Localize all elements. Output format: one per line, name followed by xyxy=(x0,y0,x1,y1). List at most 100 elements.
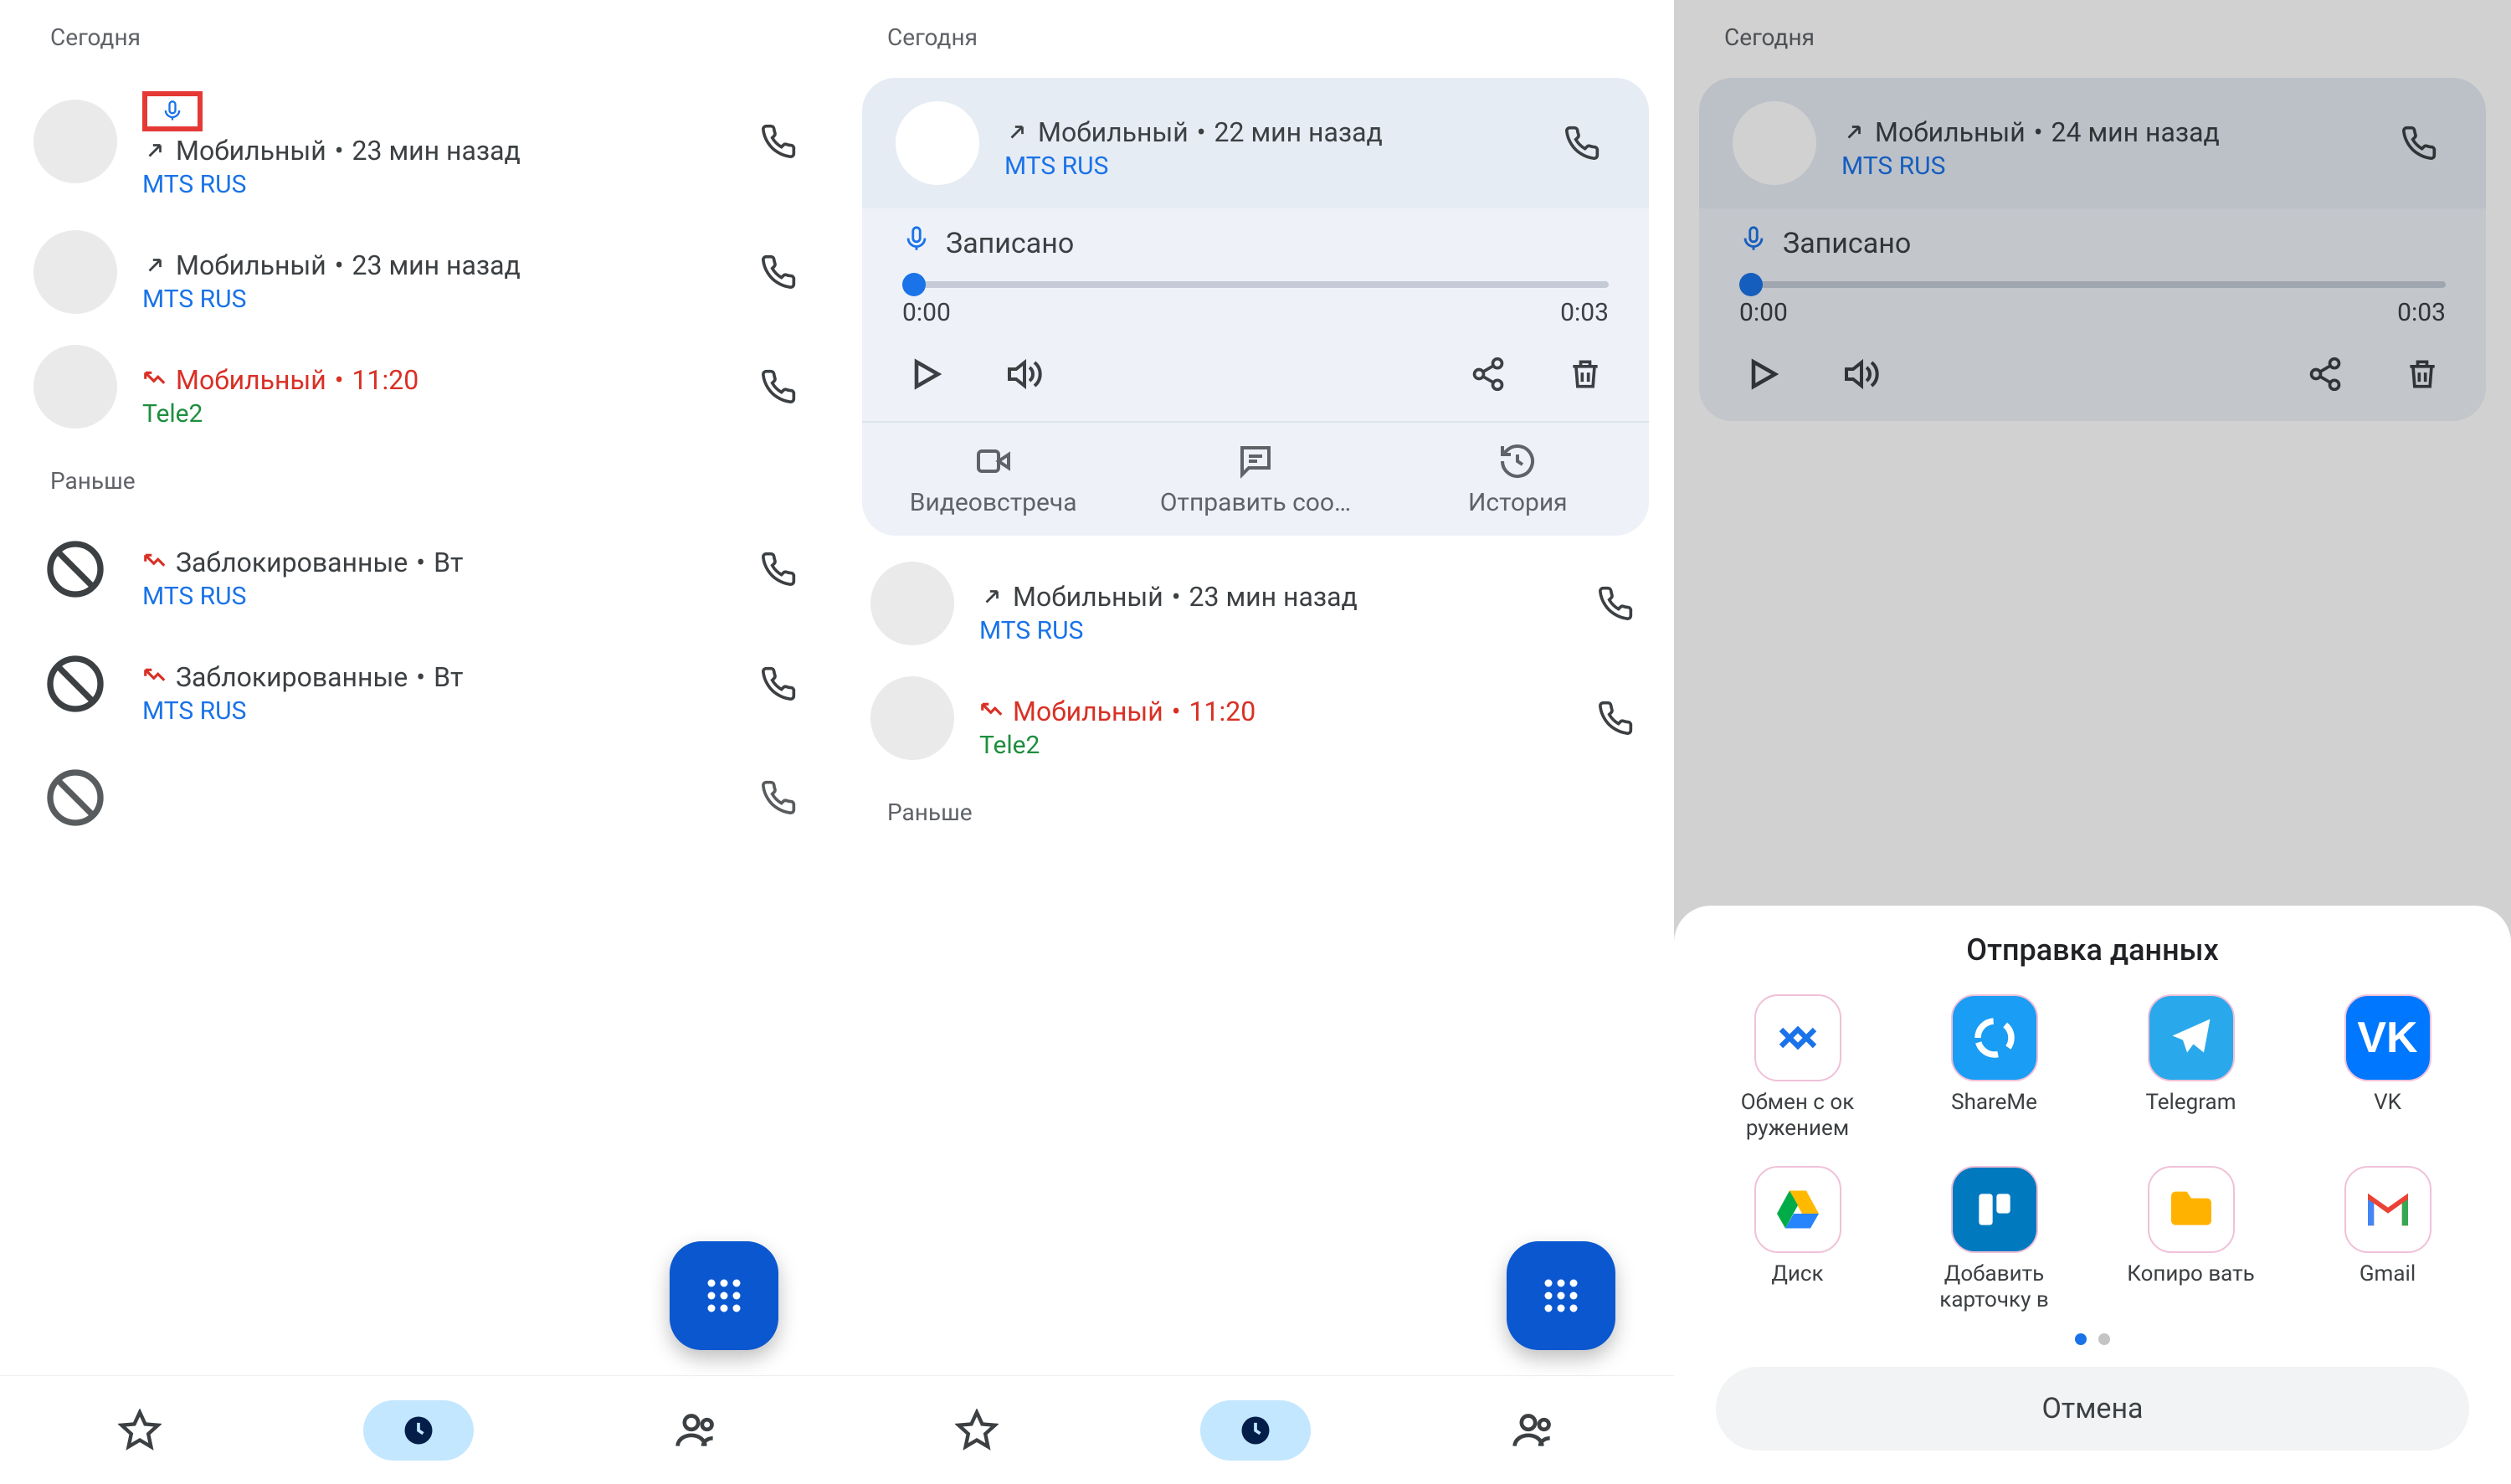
share-copy[interactable]: Копиро вать xyxy=(2092,1166,2289,1313)
section-today: Сегодня xyxy=(0,0,837,68)
call-details: Заблокированные•Вт xyxy=(142,547,753,578)
bottom-nav xyxy=(837,1375,1674,1484)
nav-contacts[interactable] xyxy=(558,1407,837,1454)
blocked-icon xyxy=(33,527,117,611)
call-details: Мобильный•24 мин назад xyxy=(1841,116,2394,148)
delete-button[interactable] xyxy=(1562,351,1609,398)
call-button[interactable] xyxy=(1557,118,1607,168)
playback-slider[interactable] xyxy=(902,281,1609,288)
carrier-label: MTS RUS xyxy=(979,616,1590,645)
blocked-icon xyxy=(33,756,117,840)
call-button[interactable] xyxy=(753,116,804,167)
time-total: 0:03 xyxy=(2397,298,2446,327)
drive-icon xyxy=(1754,1166,1841,1253)
screen-call-expanded: Сегодня Мобильный•22 мин назад MTS RUS xyxy=(837,0,1674,1484)
nearby-icon xyxy=(1754,994,1841,1081)
mic-icon xyxy=(902,225,931,261)
action-history[interactable]: История xyxy=(1387,423,1649,536)
telegram-icon xyxy=(2148,994,2235,1081)
carrier-label: MTS RUS xyxy=(1004,151,1557,181)
call-details: Мобильный•23 мин назад xyxy=(142,249,753,281)
screen-share-sheet: Сегодня Мобильный•24 мин назад MTS RUS xyxy=(1674,0,2511,1484)
call-row[interactable]: Мобильный•22 мин назад MTS RUS xyxy=(862,78,1649,208)
share-button xyxy=(2302,351,2349,398)
play-button[interactable] xyxy=(902,351,949,398)
time-current: 0:00 xyxy=(902,298,951,327)
gmail-icon xyxy=(2344,1166,2431,1253)
outgoing-arrow-icon xyxy=(979,584,1004,609)
call-details: Мобильный•23 мин назад xyxy=(142,135,753,167)
carrier-label: MTS RUS xyxy=(142,582,753,611)
carrier-label: MTS RUS xyxy=(142,285,753,314)
call-row[interactable]: Мобильный•23 мин назад MTS RUS xyxy=(0,214,837,329)
call-row[interactable]: Заблокированные•Вт MTS RUS xyxy=(0,626,837,741)
share-trello[interactable]: Добавить карточку в xyxy=(1896,1166,2092,1313)
call-row[interactable]: Мобильный•11:20 Tele2 xyxy=(837,660,1674,775)
missed-call-icon xyxy=(142,665,167,690)
call-row[interactable]: Мобильный•11:20 Tele2 xyxy=(0,329,837,444)
carrier-label: MTS RUS xyxy=(142,170,753,199)
shareme-icon xyxy=(1951,994,2038,1081)
nav-favorites[interactable] xyxy=(837,1409,1116,1452)
recording-header: Записано xyxy=(902,225,1609,261)
outgoing-arrow-icon xyxy=(1004,120,1030,145)
carrier-label: Tele2 xyxy=(979,731,1590,760)
outgoing-arrow-icon xyxy=(142,138,167,163)
call-row: Мобильный•24 мин назад MTS RUS xyxy=(1699,78,2486,208)
speaker-button xyxy=(1836,351,1883,398)
dialpad-fab[interactable] xyxy=(670,1241,778,1350)
section-today: Сегодня xyxy=(1674,0,2511,68)
share-vk[interactable]: VK VK xyxy=(2289,994,2486,1142)
section-today: Сегодня xyxy=(837,0,1674,68)
avatar xyxy=(33,345,117,429)
missed-call-icon xyxy=(142,367,167,393)
avatar xyxy=(896,101,979,185)
carrier-label: MTS RUS xyxy=(142,696,753,726)
call-details: Мобильный•11:20 xyxy=(142,364,753,396)
call-button[interactable] xyxy=(753,247,804,297)
avatar xyxy=(33,100,117,183)
outgoing-arrow-icon xyxy=(1841,120,1867,145)
speaker-button[interactable] xyxy=(999,351,1046,398)
nav-recents[interactable] xyxy=(279,1400,557,1461)
time-total: 0:03 xyxy=(1560,298,1609,327)
nav-favorites[interactable] xyxy=(0,1409,279,1452)
share-telegram[interactable]: Telegram xyxy=(2092,994,2289,1142)
dialpad-fab[interactable] xyxy=(1507,1241,1615,1350)
recording-highlight xyxy=(142,91,203,131)
action-message[interactable]: Отправить соо… xyxy=(1124,423,1386,536)
page-indicator xyxy=(1699,1333,2486,1345)
call-button[interactable] xyxy=(753,659,804,709)
call-row[interactable]: Заблокированные•Вт MTS RUS xyxy=(0,511,837,626)
call-row[interactable]: Мобильный•23 мин назад MTS RUS xyxy=(0,68,837,214)
call-button[interactable] xyxy=(1590,693,1641,743)
time-current: 0:00 xyxy=(1739,298,1788,327)
call-button[interactable] xyxy=(753,773,804,823)
share-drive[interactable]: Диск xyxy=(1699,1166,1896,1313)
avatar xyxy=(870,562,954,645)
call-button[interactable] xyxy=(1590,578,1641,629)
call-row[interactable]: Мобильный•23 мин назад MTS RUS xyxy=(837,546,1674,660)
call-details: Мобильный•23 мин назад xyxy=(979,581,1590,613)
mic-icon xyxy=(1739,225,1768,261)
cancel-button[interactable]: Отмена xyxy=(1716,1367,2469,1451)
call-button xyxy=(2394,118,2444,168)
call-details: Мобильный•11:20 xyxy=(979,696,1590,727)
action-video[interactable]: Видеовстреча xyxy=(862,423,1124,536)
avatar xyxy=(870,676,954,760)
call-button[interactable] xyxy=(753,544,804,594)
share-gmail[interactable]: Gmail xyxy=(2289,1166,2486,1313)
expanded-call-card: Мобильный•24 мин назад MTS RUS Записано xyxy=(1699,78,2486,421)
share-button[interactable] xyxy=(1465,351,1512,398)
call-button[interactable] xyxy=(753,362,804,412)
share-nearby[interactable]: Обмен с ок ружением xyxy=(1699,994,1896,1142)
section-earlier: Раньше xyxy=(0,444,837,511)
call-row[interactable] xyxy=(0,741,837,855)
nav-contacts[interactable] xyxy=(1395,1407,1674,1454)
recording-header: Записано xyxy=(1739,225,2446,261)
share-shareme[interactable]: ShareMe xyxy=(1896,994,2092,1142)
nav-recents[interactable] xyxy=(1116,1400,1394,1461)
missed-call-icon xyxy=(142,550,167,575)
screen-call-log: Сегодня Мобильный•23 мин назад MTS RUS xyxy=(0,0,837,1484)
share-sheet: Отправка данных Обмен с ок ружением Shar… xyxy=(1674,906,2511,1484)
